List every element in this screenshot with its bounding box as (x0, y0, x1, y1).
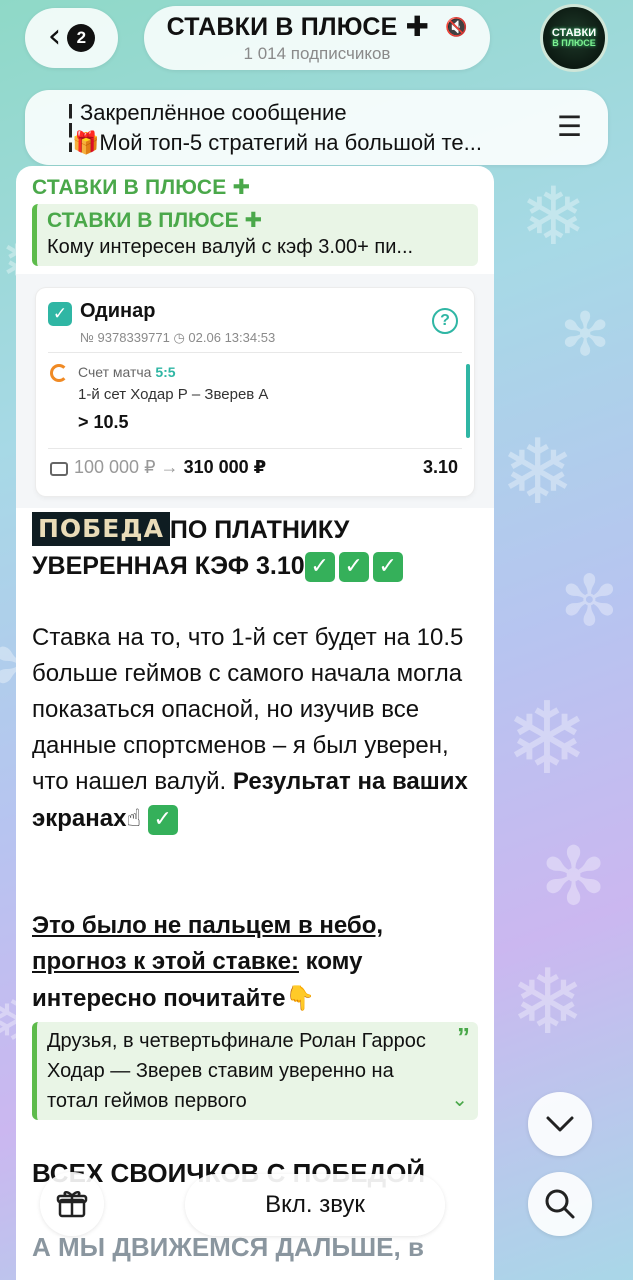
bet-type: Одинар (80, 300, 156, 322)
pinned-title: Закреплённое сообщение (80, 100, 347, 125)
subscriber-count: 1 014 подписчиков (243, 43, 391, 63)
channel-avatar[interactable]: СТАВКИ В ПЛЮСЕ (540, 4, 608, 72)
check-icon: ✓ (372, 552, 403, 583)
divider (48, 448, 462, 449)
chevron-down-icon (546, 1116, 574, 1132)
avatar-text-line2: В ПЛЮСЕ (552, 38, 596, 48)
check-icon: ✓ (304, 552, 335, 583)
search-icon (545, 1189, 575, 1219)
enable-sound-button[interactable]: Вкл. звук (185, 1174, 445, 1236)
message-bubble: СТАВКИ В ПЛЮСЕ ✚ СТАВКИ В ПЛЮСЕ ✚ Кому и… (16, 166, 494, 1280)
gift-icon (56, 1191, 88, 1218)
unread-count-badge: 2 (67, 24, 96, 52)
scroll-down-button[interactable] (528, 1092, 592, 1156)
bet-meta: № 9378339771 ◷ 02.06 13:34:53 (80, 330, 276, 345)
pinned-text: 🎁Мой топ-5 стратегий на большой те... (72, 130, 482, 155)
pinned-message-bar[interactable]: Закреплённое сообщение 🎁Мой топ-5 страте… (25, 90, 608, 165)
score-label: Счет матча 5:5 (78, 364, 176, 380)
quote-block[interactable]: Друзья, в четвертьфинале Ролан Гаррос Хо… (32, 1022, 478, 1120)
bet-card: ✓ Одинар № 9378339771 ◷ 02.06 13:34:53 ?… (36, 288, 474, 496)
chevron-left-icon: ‹ (47, 16, 62, 56)
checkbox-checked-icon: ✓ (48, 302, 72, 326)
message-sender[interactable]: СТАВКИ В ПЛЮСЕ ✚ (32, 175, 250, 200)
match-name: 1-й сет Ходар Р – Зверев А (78, 386, 269, 403)
wallet-icon (50, 462, 68, 476)
gift-button[interactable] (40, 1172, 104, 1236)
win-badge: ПОБЕДА (32, 512, 170, 546)
forwarded-title: СТАВКИ В ПЛЮСЕ ✚ (47, 209, 263, 232)
channel-header[interactable]: СТАВКИ В ПЛЮСЕ ✚ 🔇 1 014 подписчиков (144, 6, 490, 70)
pin-list-icon[interactable]: ☰ (557, 110, 582, 143)
chevron-down-icon[interactable]: ⌄ (451, 1084, 468, 1114)
search-button[interactable] (528, 1172, 592, 1236)
status-bar (466, 364, 470, 438)
heavy-plus-icon: ✚ (405, 11, 429, 42)
forwarded-text: Кому интересен валуй с кэф 3.00+ пи... (47, 236, 414, 258)
bet-screenshot[interactable]: ✓ Одинар № 9378339771 ◷ 02.06 13:34:53 ?… (16, 274, 494, 508)
quote-text: Друзья, в четвертьфинале Ролан Гаррос Хо… (47, 1030, 426, 1112)
stake-row: 100 000 ₽ → 310 000 ₽ (74, 457, 267, 477)
win-headline: ПОБЕДА ПО ПЛАТНИКУ УВЕРЕННАЯ КЭФ 3.10 ✓ ✓ ✓ (32, 512, 482, 584)
back-button[interactable]: ‹ 2 (25, 8, 118, 68)
pointing-up-icon: ☝ (126, 804, 142, 832)
check-icon: ✓ (338, 552, 369, 583)
sport-icon (50, 364, 68, 382)
message-body: Ставка на то, что 1-й сет будет на 10.5 … (32, 620, 482, 837)
mute-icon: 🔇 (444, 16, 468, 38)
divider (48, 352, 462, 353)
pointing-down-icon: 👇 (285, 984, 316, 1012)
bet-odds: 3.10 (422, 457, 458, 477)
quote-icon: ” (457, 1022, 470, 1052)
bet-selection: > 10.5 (78, 412, 129, 432)
question-icon: ? (432, 308, 458, 334)
check-marks: ✓ ✓ ✓ (304, 552, 403, 583)
channel-title: СТАВКИ В ПЛЮСЕ (166, 12, 398, 41)
message-body-2: Это было не пальцем в небо, прогноз к эт… (32, 912, 384, 1012)
check-icon: ✓ (147, 805, 178, 835)
forwarded-reply[interactable]: СТАВКИ В ПЛЮСЕ ✚ Кому интересен валуй с … (32, 204, 478, 266)
message-line-faded-2: А МЫ ДВИЖЕМСЯ ДАЛЬШЕ, в (32, 1232, 424, 1262)
